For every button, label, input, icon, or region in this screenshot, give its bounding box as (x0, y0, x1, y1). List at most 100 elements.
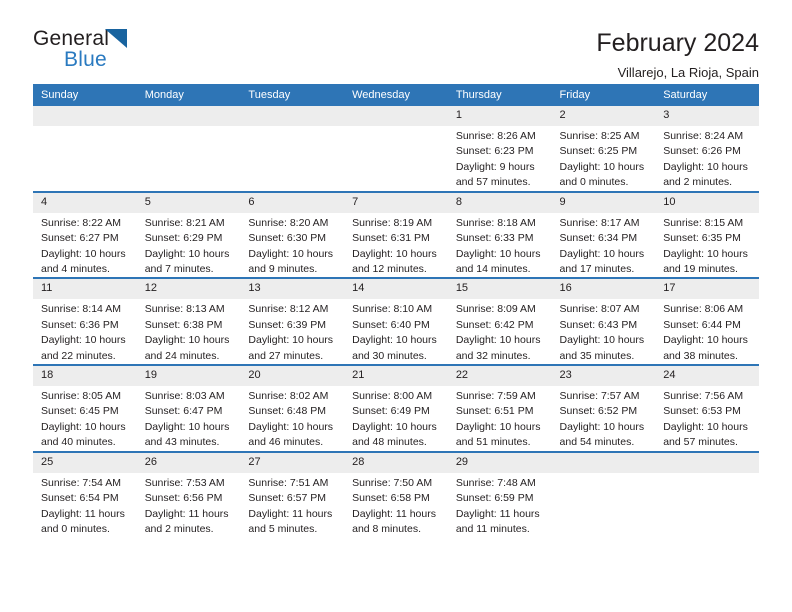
day-number: 27 (240, 452, 345, 473)
day-number: 1 (447, 106, 552, 126)
day-detail-line: Sunrise: 7:57 AM (559, 390, 640, 403)
day-detail-line: Daylight: 10 hours (559, 420, 645, 433)
day-detail-line: Sunrise: 7:48 AM (455, 476, 536, 489)
day-detail-line: and 14 minutes. (455, 262, 531, 275)
weekday-header-sunday: Sunday (33, 84, 137, 106)
calendar-day-cell[interactable]: 20 Sunrise: 8:02 AM Sunset: 6:48 PM Dayligh… (240, 364, 345, 452)
day-details: Sunrise: 7:50 AM Sunset: 6:58 PM Daylight:… (344, 473, 448, 538)
calendar-day-cell[interactable]: 19 Sunrise: 8:03 AM Sunset: 6:47 PM Dayligh… (136, 364, 241, 452)
calendar-day-cell[interactable]: 22 Sunrise: 7:59 AM Sunset: 6:51 PM Dayligh… (447, 364, 552, 452)
day-details: Sunrise: 8:20 AM Sunset: 6:30 PM Daylight:… (240, 213, 344, 278)
day-detail-line: Sunrise: 8:26 AM (455, 130, 536, 142)
day-detail-line: Sunrise: 7:56 AM (663, 390, 744, 403)
calendar-day-cell[interactable]: 25 Sunrise: 7:54 AM Sunset: 6:54 PM Dayligh… (33, 450, 137, 538)
calendar-day-cell[interactable]: 8 Sunrise: 8:18 AM Sunset: 6:33 PM Daylight… (447, 190, 552, 279)
calendar-day-cell[interactable]: 29 Sunrise: 7:48 AM Sunset: 6:59 PM Dayligh… (447, 450, 552, 538)
calendar-day-cell[interactable]: 27 Sunrise: 7:51 AM Sunset: 6:57 PM Dayligh… (240, 450, 345, 538)
calendar-day-cell[interactable]: 28 Sunrise: 7:50 AM Sunset: 6:58 PM Dayligh… (344, 450, 448, 538)
day-details (137, 126, 241, 129)
day-number: 16 (551, 279, 656, 300)
calendar-day-cell[interactable]: 24 Sunrise: 7:56 AM Sunset: 6:53 PM Dayligh… (655, 364, 759, 452)
day-number: 12 (136, 279, 241, 300)
day-detail-line: and 9 minutes. (248, 262, 318, 275)
day-detail-line: and 0 minutes. (559, 176, 629, 189)
day-detail-line: and 5 minutes. (248, 523, 318, 536)
day-number: 21 (344, 366, 448, 387)
day-detail-line: Sunset: 6:35 PM (663, 232, 741, 245)
day-details: Sunrise: 7:56 AM Sunset: 6:53 PM Daylight:… (655, 386, 759, 451)
calendar-day-cell[interactable]: 3 Sunrise: 8:24 AM Sunset: 6:26 PM Daylight… (655, 106, 759, 192)
day-number: 22 (447, 366, 552, 387)
general-blue-logo[interactable]: General Blue (33, 28, 153, 76)
calendar-day-cell[interactable]: 23 Sunrise: 7:57 AM Sunset: 6:52 PM Dayligh… (551, 364, 656, 452)
day-details: Sunrise: 8:00 AM Sunset: 6:49 PM Daylight:… (344, 386, 448, 451)
day-details: Sunrise: 7:57 AM Sunset: 6:52 PM Daylight:… (552, 386, 656, 451)
calendar-day-cell[interactable]: 26 Sunrise: 7:53 AM Sunset: 6:56 PM Dayligh… (136, 450, 241, 538)
day-detail-line: Sunrise: 8:14 AM (41, 303, 121, 316)
day-detail-line: Sunset: 6:27 PM (41, 232, 119, 245)
day-number: 24 (655, 366, 759, 387)
calendar-day-cell[interactable]: 1 Sunrise: 8:26 AM Sunset: 6:23 PM Daylight… (447, 106, 552, 192)
calendar-day-cell[interactable]: 14 Sunrise: 8:10 AM Sunset: 6:40 PM Dayligh… (344, 277, 448, 366)
day-detail-line: Sunrise: 8:15 AM (663, 216, 744, 229)
weekday-header-monday: Monday (136, 84, 241, 106)
day-details: Sunrise: 8:09 AM Sunset: 6:42 PM Daylight:… (448, 299, 552, 364)
day-details: Sunrise: 8:26 AM Sunset: 6:23 PM Daylight:… (448, 126, 552, 191)
day-detail-line: Daylight: 10 hours (352, 247, 437, 260)
day-detail-line: Daylight: 10 hours (455, 334, 541, 347)
calendar-day-cell-empty (33, 106, 137, 192)
calendar-day-cell[interactable]: 18 Sunrise: 8:05 AM Sunset: 6:45 PM Dayligh… (33, 364, 137, 452)
day-details: Sunrise: 7:54 AM Sunset: 6:54 PM Daylight:… (33, 473, 137, 538)
calendar-day-cell[interactable]: 12 Sunrise: 8:13 AM Sunset: 6:38 PM Dayligh… (136, 277, 241, 366)
day-detail-line: and 22 minutes. (41, 349, 116, 362)
calendar-day-cell[interactable]: 6 Sunrise: 8:20 AM Sunset: 6:30 PM Daylight… (240, 190, 345, 279)
day-detail-line: Sunset: 6:58 PM (352, 492, 430, 505)
calendar-day-cell[interactable]: 9 Sunrise: 8:17 AM Sunset: 6:34 PM Daylight… (551, 190, 656, 279)
day-detail-line: Sunset: 6:30 PM (248, 232, 327, 245)
calendar-day-cell[interactable]: 15 Sunrise: 8:09 AM Sunset: 6:42 PM Dayligh… (447, 277, 552, 366)
day-detail-line: Sunrise: 8:00 AM (352, 390, 433, 403)
day-detail-line: Daylight: 10 hours (41, 334, 126, 347)
calendar-day-cell-empty (655, 450, 759, 538)
day-detail-line: Daylight: 10 hours (352, 420, 437, 433)
calendar-day-cell[interactable]: 2 Sunrise: 8:25 AM Sunset: 6:25 PM Daylight… (551, 106, 656, 192)
day-detail-line: Sunrise: 7:53 AM (144, 476, 225, 489)
calendar-page: General Blue February 2024 Villarejo, La… (0, 0, 792, 612)
day-detail-line: Sunrise: 8:12 AM (248, 303, 329, 316)
day-detail-line: and 19 minutes. (663, 262, 738, 275)
calendar-day-cell[interactable]: 16 Sunrise: 8:07 AM Sunset: 6:43 PM Dayligh… (551, 277, 656, 366)
calendar-day-cell[interactable]: 7 Sunrise: 8:19 AM Sunset: 6:31 PM Daylight… (344, 190, 448, 279)
day-details: Sunrise: 7:59 AM Sunset: 6:51 PM Daylight:… (448, 386, 552, 451)
day-number: 20 (240, 366, 345, 387)
day-details: Sunrise: 8:17 AM Sunset: 6:34 PM Daylight:… (552, 213, 656, 278)
day-detail-line: Sunset: 6:52 PM (559, 405, 638, 418)
calendar-day-cell[interactable]: 11 Sunrise: 8:14 AM Sunset: 6:36 PM Dayligh… (33, 277, 137, 366)
calendar-day-cell[interactable]: 13 Sunrise: 8:12 AM Sunset: 6:39 PM Dayligh… (240, 277, 345, 366)
day-detail-line: Sunset: 6:23 PM (455, 145, 534, 158)
day-detail-line: and 7 minutes. (144, 262, 214, 275)
calendar-day-cell[interactable]: 10 Sunrise: 8:15 AM Sunset: 6:35 PM Dayligh… (655, 190, 759, 279)
calendar-day-cell[interactable]: 5 Sunrise: 8:21 AM Sunset: 6:29 PM Daylight… (136, 190, 241, 279)
day-detail-line: Daylight: 11 hours (248, 507, 333, 520)
day-details: Sunrise: 8:22 AM Sunset: 6:27 PM Daylight:… (33, 213, 137, 278)
calendar-day-cell[interactable]: 4 Sunrise: 8:22 AM Sunset: 6:27 PM Daylight… (33, 190, 137, 279)
day-details: Sunrise: 8:19 AM Sunset: 6:31 PM Daylight:… (344, 213, 448, 278)
calendar-week-row: 4 Sunrise: 8:22 AM Sunset: 6:27 PM Daylight… (33, 190, 759, 279)
day-detail-line: Sunset: 6:33 PM (455, 232, 534, 245)
day-number: 5 (136, 192, 241, 213)
weekday-header-saturday: Saturday (655, 84, 759, 106)
day-detail-line: Sunset: 6:34 PM (559, 232, 638, 245)
day-details: Sunrise: 8:24 AM Sunset: 6:26 PM Daylight:… (655, 126, 759, 191)
weekday-header-thursday: Thursday (447, 84, 552, 106)
logo-text-blue: Blue (64, 48, 107, 71)
day-number: 7 (344, 192, 448, 213)
calendar-day-cell[interactable]: 17 Sunrise: 8:06 AM Sunset: 6:44 PM Dayligh… (655, 277, 759, 366)
day-details: Sunrise: 7:51 AM Sunset: 6:57 PM Daylight:… (240, 473, 344, 538)
calendar-day-cell[interactable]: 21 Sunrise: 8:00 AM Sunset: 6:49 PM Dayligh… (344, 364, 448, 452)
day-number: 4 (33, 192, 137, 213)
day-detail-line: and 4 minutes. (41, 262, 110, 275)
day-number: 23 (551, 366, 656, 387)
day-detail-line: Daylight: 10 hours (144, 334, 230, 347)
day-detail-line: Sunset: 6:31 PM (352, 232, 430, 245)
day-details: Sunrise: 8:06 AM Sunset: 6:44 PM Daylight:… (655, 299, 759, 364)
